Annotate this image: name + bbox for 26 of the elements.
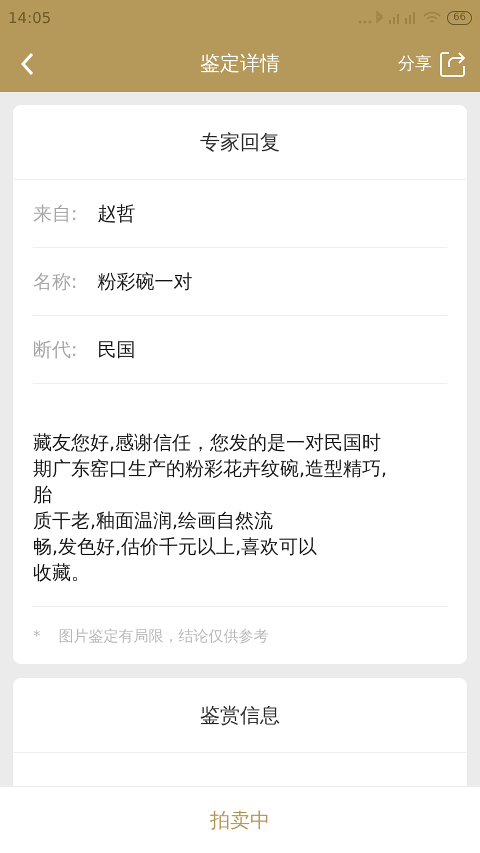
signal-icon [357, 10, 418, 24]
back-icon [20, 52, 34, 76]
reply-message-line: 期广东窑口生产的粉彩花卉纹碗,造型精巧, [33, 457, 388, 482]
status-time: 14:05 [8, 8, 52, 26]
share-icon [440, 50, 466, 76]
page-title: 鉴定详情 [200, 50, 280, 77]
card-title: 鉴赏信息 [13, 678, 467, 753]
reply-message-line: 畅,发色好,估价千元以上,喜欢可以 [33, 535, 318, 560]
note-mark: * [33, 627, 40, 646]
disclaimer-note: 图片鉴定有局限，结论仅供参考 [58, 627, 268, 646]
card-title: 专家回复 [13, 105, 467, 180]
field-value: 粉彩碗一对 [97, 270, 192, 294]
field-value: 赵哲 [97, 202, 136, 226]
share-button[interactable]: 分享 [398, 50, 466, 76]
battery-indicator: 66 [447, 10, 472, 24]
wifi-icon [423, 10, 442, 24]
reply-message-line: 胎 [33, 483, 52, 508]
reply-message-line: 质干老,釉面温润,绘画自然流 [33, 509, 274, 534]
field-label: 名称: [33, 270, 78, 294]
field-label: 断代: [33, 338, 78, 362]
auction-button[interactable]: 拍卖中 [0, 786, 480, 853]
reply-message-line: 收藏。 [33, 561, 90, 586]
reply-message-line: 藏友您好,感谢信任，您发的是一对民国时 [33, 431, 382, 456]
field-label: 来自: [33, 202, 78, 226]
back-button[interactable] [20, 52, 34, 76]
field-value: 民国 [97, 338, 136, 362]
